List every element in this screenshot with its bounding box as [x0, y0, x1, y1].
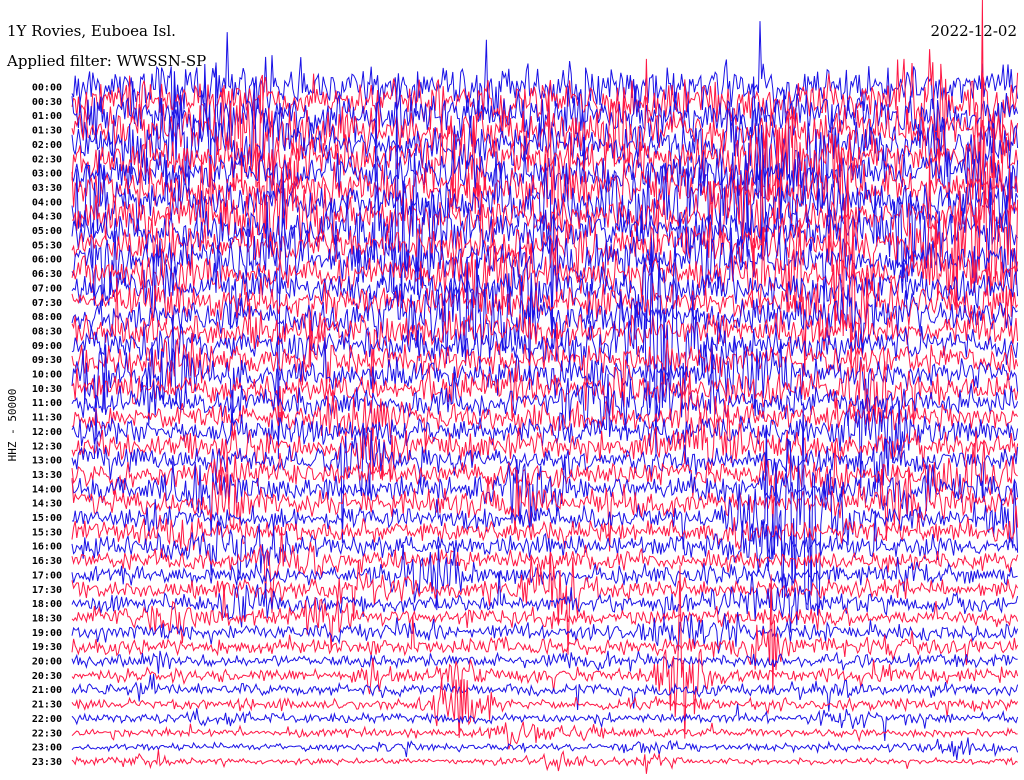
row-time-label: 22:30 — [32, 728, 62, 739]
row-time-label: 19:30 — [32, 642, 62, 653]
row-time-label: 07:30 — [32, 298, 62, 309]
row-time-label: 22:00 — [32, 714, 62, 725]
row-time-label: 01:00 — [32, 111, 62, 122]
seismic-trace-2330 — [71, 749, 1018, 774]
row-time-label: 06:00 — [32, 255, 62, 266]
row-time-label: 09:30 — [32, 355, 62, 366]
chart-date: 2022-12-02 — [931, 22, 1017, 40]
row-time-label: 16:00 — [32, 542, 62, 553]
row-time-label: 15:00 — [32, 513, 62, 524]
row-time-label: 03:30 — [32, 183, 62, 194]
row-time-label: 05:00 — [32, 226, 62, 237]
row-time-label: 08:00 — [32, 312, 62, 323]
seismic-trace-2000 — [71, 650, 1018, 674]
row-time-label: 12:30 — [32, 441, 62, 452]
y-axis-label: HHZ - 50000 — [6, 389, 19, 462]
row-time-label: 02:00 — [32, 140, 62, 151]
row-time-label: 16:30 — [32, 556, 62, 567]
row-time-label: 20:30 — [32, 671, 62, 682]
helicorder-chart: 00:00 00:30 01:00 01:30 02:00 02:30 03:00 03:30… — [0, 0, 1024, 780]
row-time-label: 20:00 — [32, 657, 62, 668]
row-time-label: 05:30 — [32, 240, 62, 251]
row-time-label: 17:30 — [32, 585, 62, 596]
row-time-label: 13:30 — [32, 470, 62, 481]
seismic-trace-1800 — [71, 571, 1019, 633]
row-time-label: 00:30 — [32, 97, 62, 108]
chart-title: 1Y Rovies, Euboea Isl. — [7, 22, 176, 40]
row-time-label: 18:00 — [32, 599, 62, 610]
row-time-label: 23:30 — [32, 757, 62, 768]
row-time-label: 07:00 — [32, 283, 62, 294]
chart-subtitle: Applied filter: WWSSN-SP — [6, 52, 206, 70]
row-time-label: 03:00 — [32, 169, 62, 180]
row-time-label: 06:30 — [32, 269, 62, 280]
helicorder-plot: 00:00 00:30 01:00 01:30 02:00 02:30 03:00 03:30… — [6, 0, 1019, 774]
row-time-label: 00:00 — [32, 83, 62, 94]
row-time-label: 09:00 — [32, 341, 62, 352]
row-time-label: 14:30 — [32, 499, 62, 510]
row-label-layer: 00:00 00:30 01:00 01:30 02:00 02:30 03:00 03:30… — [32, 83, 62, 768]
row-time-label: 08:30 — [32, 326, 62, 337]
row-time-label: 17:00 — [32, 570, 62, 581]
row-time-label: 21:30 — [32, 700, 62, 711]
row-time-label: 10:00 — [32, 370, 62, 381]
row-time-label: 11:30 — [32, 413, 62, 424]
row-time-label: 15:30 — [32, 527, 62, 538]
row-time-label: 01:30 — [32, 126, 62, 137]
row-time-label: 12:00 — [32, 427, 62, 438]
row-time-label: 23:00 — [32, 743, 62, 754]
row-time-label: 11:00 — [32, 398, 62, 409]
row-time-label: 21:00 — [32, 685, 62, 696]
row-time-label: 18:30 — [32, 613, 62, 624]
row-time-label: 04:30 — [32, 212, 62, 223]
row-time-label: 14:00 — [32, 484, 62, 495]
row-time-label: 19:00 — [32, 628, 62, 639]
row-time-label: 02:30 — [32, 154, 62, 165]
trace-layer — [71, 0, 1019, 774]
row-time-label: 04:00 — [32, 197, 62, 208]
row-time-label: 10:30 — [32, 384, 62, 395]
row-time-label: 13:00 — [32, 456, 62, 467]
